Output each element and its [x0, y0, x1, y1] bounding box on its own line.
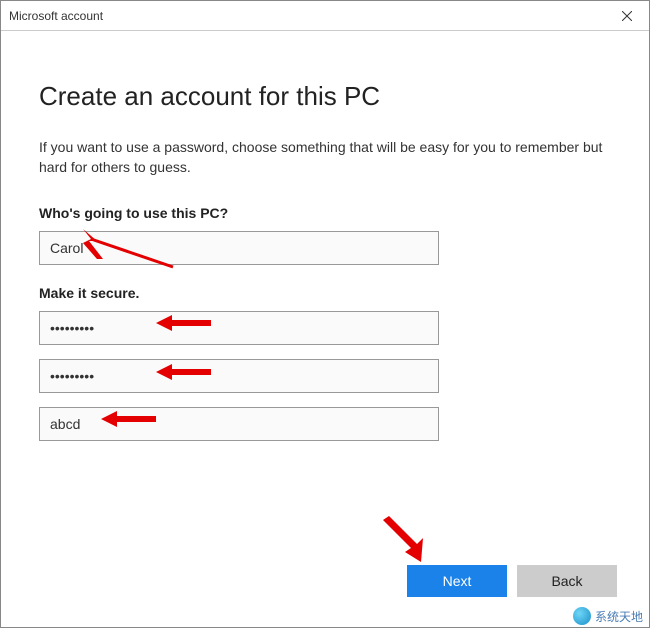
confirm-password-input[interactable] [39, 359, 439, 393]
annotation-arrow [379, 514, 439, 569]
password-input[interactable] [39, 311, 439, 345]
window-title: Microsoft account [9, 9, 103, 23]
globe-icon [573, 607, 591, 625]
back-button[interactable]: Back [517, 565, 617, 597]
watermark-text: 系统天地 [595, 608, 643, 625]
page-heading: Create an account for this PC [39, 81, 611, 112]
content-area: Create an account for this PC If you wan… [1, 31, 649, 441]
next-button[interactable]: Next [407, 565, 507, 597]
secure-group-label: Make it secure. [39, 285, 611, 301]
watermark: 系统天地 [573, 607, 643, 625]
username-input[interactable] [39, 231, 439, 265]
footer-area: Next Back [407, 565, 617, 597]
close-icon [622, 11, 632, 21]
titlebar: Microsoft account [1, 1, 649, 31]
password-hint-input[interactable] [39, 407, 439, 441]
close-button[interactable] [604, 1, 649, 31]
page-description: If you want to use a password, choose so… [39, 138, 611, 177]
username-group-label: Who's going to use this PC? [39, 205, 611, 221]
